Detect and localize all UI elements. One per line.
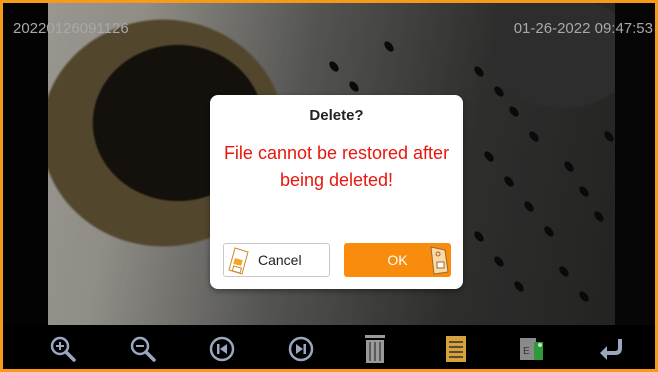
ok-label: OK [387, 252, 408, 268]
document-icon [446, 336, 466, 362]
trash-icon [365, 335, 385, 363]
cancel-button[interactable]: Cancel [223, 243, 330, 277]
dialog-title: Delete? [309, 107, 364, 124]
zoom-in-button[interactable] [47, 333, 79, 365]
back-button[interactable] [595, 333, 627, 365]
zoom-in-icon [50, 336, 76, 362]
delete-dialog: Delete? File cannot be restored after be… [210, 95, 463, 289]
delete-button[interactable] [359, 333, 391, 365]
app-frame: 20220126091126 01-26-2022 09:47:53 Delet… [0, 0, 658, 372]
next-icon [288, 336, 314, 362]
svg-text:E: E [523, 346, 530, 357]
dialog-message: File cannot be restored after being dele… [223, 143, 450, 190]
bottom-toolbar: E [3, 325, 655, 369]
back-icon [600, 339, 622, 360]
ok-button[interactable]: OK [344, 243, 451, 277]
next-button[interactable] [285, 333, 317, 365]
zoom-out-icon [130, 336, 156, 362]
document-button[interactable] [440, 333, 472, 365]
previous-icon [209, 336, 235, 362]
cancel-tag-icon [228, 247, 249, 275]
zoom-out-button[interactable] [127, 333, 159, 365]
export-button[interactable]: E [516, 333, 548, 365]
previous-button[interactable] [206, 333, 238, 365]
cancel-label: Cancel [258, 252, 302, 268]
ok-tag-icon [430, 246, 449, 275]
export-icon: E [520, 338, 543, 360]
